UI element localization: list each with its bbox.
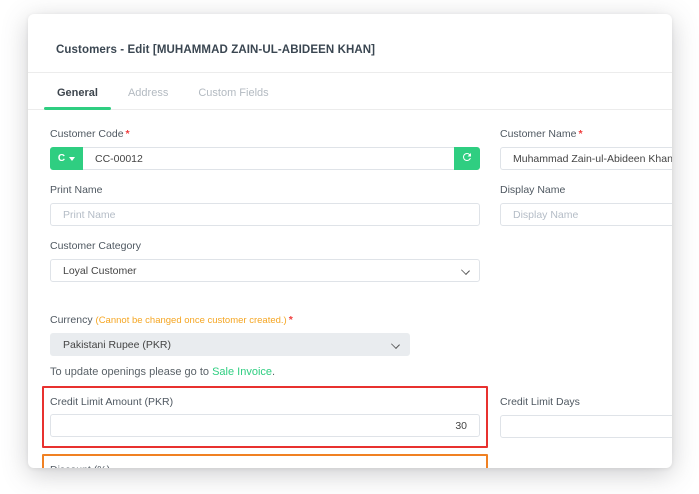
customer-name-label: Customer Name* [500,128,672,140]
customer-category-group: Customer Category Loyal Customer [50,240,480,282]
tab-bar: General Address Custom Fields [28,73,672,110]
display-name-label: Display Name [500,184,672,196]
required-asterisk: * [289,314,293,326]
orange-annotation-box: Discount (%) [42,454,488,468]
print-name-input[interactable] [50,203,480,226]
code-prefix-label: C [58,153,65,164]
currency-value: Pakistani Rupee (PKR) [63,339,171,351]
customer-category-value: Loyal Customer [63,265,137,277]
credit-limit-amount-label: Credit Limit Amount (PKR) [50,396,480,408]
credit-limit-days-group: Credit Limit Days [500,396,672,438]
openings-note: To update openings please go to Sale Inv… [50,366,672,378]
card-header: Customers - Edit [MUHAMMAD ZAIN-UL-ABIDE… [28,14,672,73]
code-prefix-dropdown-button[interactable]: C [50,147,83,170]
discount-label: Discount (%) [50,464,480,468]
page-title: Customers - Edit [MUHAMMAD ZAIN-UL-ABIDE… [56,44,644,56]
credit-limit-days-label: Credit Limit Days [500,396,672,408]
customer-category-label: Customer Category [50,240,480,252]
customer-code-group: Customer Code* C [50,128,480,170]
chevron-down-icon [391,340,400,349]
general-form: Customer Code* C Customer Name* [28,110,672,468]
customer-code-input[interactable] [83,147,454,170]
customer-name-group: Customer Name* [500,128,672,170]
currency-note: (Cannot be changed once customer created… [96,315,287,326]
required-asterisk: * [126,128,130,140]
currency-select: Pakistani Rupee (PKR) [50,333,410,356]
customer-edit-card: Customers - Edit [MUHAMMAD ZAIN-UL-ABIDE… [28,14,672,468]
red-annotation-box: Credit Limit Amount (PKR) [42,386,488,448]
chevron-down-icon [461,266,470,275]
print-name-group: Print Name [50,184,480,226]
tab-general[interactable]: General [42,73,113,109]
print-name-label: Print Name [50,184,480,196]
caret-down-icon [69,157,75,161]
currency-group: Currency (Cannot be changed once custome… [50,314,480,356]
credit-limit-amount-input[interactable] [50,414,480,437]
display-name-input[interactable] [500,203,672,226]
sync-icon [461,150,473,168]
customer-category-select[interactable]: Loyal Customer [50,259,480,282]
currency-label: Currency (Cannot be changed once custome… [50,314,480,326]
sale-invoice-link[interactable]: Sale Invoice [212,366,272,378]
credit-limit-days-input[interactable] [500,415,672,438]
display-name-group: Display Name [500,184,672,226]
customer-name-input[interactable] [500,147,672,170]
tab-custom-fields[interactable]: Custom Fields [183,73,283,109]
customer-code-label: Customer Code* [50,128,480,140]
regenerate-code-button[interactable] [454,147,480,170]
required-asterisk: * [578,128,582,140]
tab-address[interactable]: Address [113,73,183,109]
